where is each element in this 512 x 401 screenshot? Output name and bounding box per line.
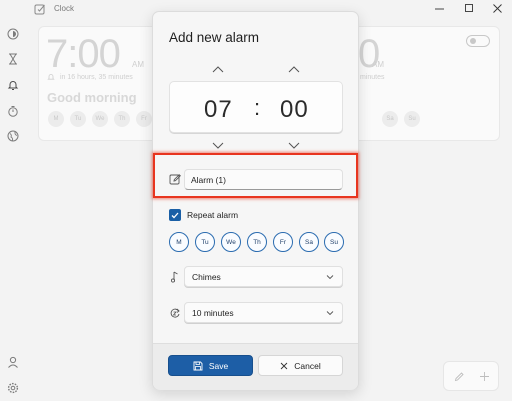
alarm-title: Good morning bbox=[47, 90, 137, 105]
day-chip: Fr bbox=[136, 111, 152, 127]
hour-decrease-button[interactable] bbox=[211, 140, 225, 150]
alarm-time: 7:00 bbox=[46, 32, 121, 76]
edit-name-icon bbox=[169, 174, 181, 185]
nav-stopwatch[interactable] bbox=[6, 104, 20, 118]
day-chip: We bbox=[92, 111, 108, 127]
focus-sessions-icon bbox=[7, 28, 19, 40]
alarm-actions-bar bbox=[443, 361, 499, 391]
add-icon[interactable] bbox=[479, 371, 490, 382]
close-icon bbox=[492, 3, 502, 13]
minute-increase-button[interactable] bbox=[287, 64, 301, 74]
timer-icon bbox=[9, 53, 17, 65]
close-icon bbox=[280, 362, 288, 369]
alarm-name-input[interactable] bbox=[184, 169, 343, 190]
dialog-title: Add new alarm bbox=[169, 30, 260, 45]
alarm-name-row bbox=[169, 169, 344, 191]
alarm-sound-value: Chimes bbox=[192, 272, 221, 282]
clock-app-icon bbox=[34, 4, 45, 15]
music-note-icon bbox=[169, 270, 181, 284]
save-button[interactable]: Save bbox=[168, 355, 253, 376]
close-button[interactable] bbox=[482, 0, 512, 16]
minimize-icon bbox=[434, 8, 444, 9]
chevron-up-icon bbox=[212, 65, 224, 72]
add-alarm-dialog: Add new alarm 07 : 00 Repeat alarm M Tu … bbox=[152, 11, 359, 390]
day-chip: Tu bbox=[70, 111, 86, 127]
chevron-up-icon bbox=[288, 65, 300, 72]
cancel-button[interactable]: Cancel bbox=[258, 355, 343, 376]
alarm-time: 0 bbox=[358, 32, 380, 76]
dialog-footer: Save Cancel bbox=[153, 343, 358, 390]
day-toggle-wednesday[interactable]: We bbox=[221, 232, 241, 252]
maximize-button[interactable] bbox=[454, 0, 484, 16]
repeat-alarm-label: Repeat alarm bbox=[187, 210, 239, 220]
time-separator: : bbox=[254, 95, 261, 120]
alarm-countdown: in 16 hours, 35 minutes bbox=[60, 74, 133, 81]
snooze-time-value: 10 minutes bbox=[192, 308, 234, 318]
save-icon bbox=[193, 361, 203, 370]
alarm-icon bbox=[7, 81, 19, 90]
account-icon bbox=[8, 356, 18, 368]
alarm-ampm: AM bbox=[372, 60, 384, 69]
app-title: Clock bbox=[54, 4, 75, 13]
nav-focus-sessions[interactable] bbox=[6, 27, 20, 41]
world-clock-icon bbox=[7, 130, 19, 142]
save-label: Save bbox=[208, 360, 229, 371]
stopwatch-icon bbox=[8, 106, 18, 117]
chevron-down-icon bbox=[212, 142, 224, 149]
day-chip: Su bbox=[404, 111, 420, 127]
snooze-time-dropdown[interactable]: 10 minutes bbox=[184, 302, 343, 323]
alarm-ampm: AM bbox=[132, 60, 144, 69]
time-picker[interactable]: 07 : 00 bbox=[169, 81, 343, 133]
hour-value[interactable]: 07 bbox=[204, 96, 233, 124]
settings-icon bbox=[7, 382, 19, 394]
nav-world-clock[interactable] bbox=[6, 129, 20, 143]
checkmark-icon bbox=[171, 212, 179, 218]
chevron-down-icon bbox=[288, 142, 300, 149]
repeat-alarm-checkbox[interactable] bbox=[169, 209, 181, 221]
alarm-sound-dropdown[interactable]: Chimes bbox=[184, 266, 343, 287]
maximize-icon bbox=[464, 3, 473, 12]
chevron-down-icon bbox=[326, 275, 334, 280]
bell-icon bbox=[47, 74, 55, 80]
nav-alarm[interactable] bbox=[6, 78, 20, 92]
day-toggle-saturday[interactable]: Sa bbox=[299, 232, 319, 252]
minimize-button[interactable] bbox=[424, 0, 454, 16]
edit-icon[interactable] bbox=[454, 371, 465, 382]
cancel-label: Cancel bbox=[294, 360, 321, 371]
nav-account[interactable] bbox=[6, 355, 20, 369]
snooze-icon bbox=[169, 306, 181, 320]
day-chip: Sa bbox=[382, 111, 398, 127]
day-chip: M bbox=[48, 111, 64, 127]
minute-value[interactable]: 00 bbox=[280, 96, 309, 124]
alarm-toggle[interactable] bbox=[466, 35, 490, 47]
alarm-countdown: minutes bbox=[360, 74, 385, 81]
day-toggle-sunday[interactable]: Su bbox=[324, 232, 344, 252]
day-toggle-monday[interactable]: M bbox=[169, 232, 189, 252]
nav-timer[interactable] bbox=[6, 52, 20, 66]
minute-decrease-button[interactable] bbox=[287, 140, 301, 150]
day-toggle-friday[interactable]: Fr bbox=[273, 232, 293, 252]
day-chip: Th bbox=[114, 111, 130, 127]
nav-settings[interactable] bbox=[6, 381, 20, 395]
chevron-down-icon bbox=[326, 311, 334, 316]
day-toggle-tuesday[interactable]: Tu bbox=[195, 232, 215, 252]
day-toggle-thursday[interactable]: Th bbox=[247, 232, 267, 252]
hour-increase-button[interactable] bbox=[211, 64, 225, 74]
